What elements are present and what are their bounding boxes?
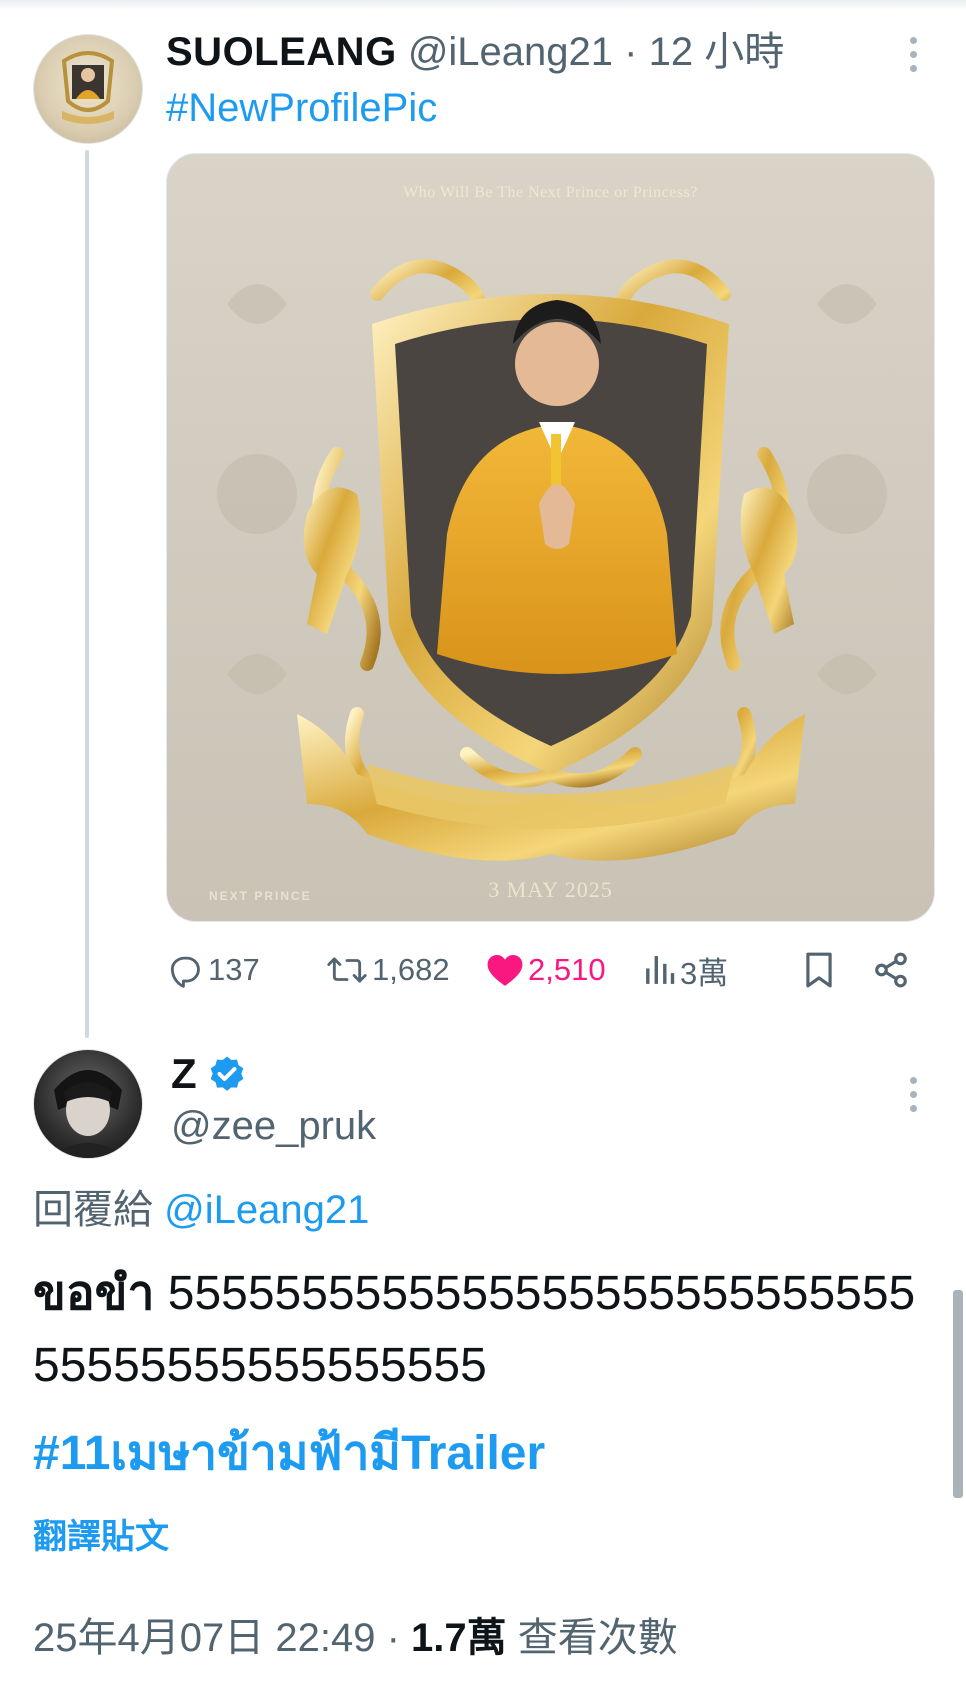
translate-post-link[interactable]: 翻譯貼文 [33,1512,169,1562]
reply-count: 137 [208,952,260,987]
more-options-button[interactable] [893,24,933,84]
reply-to-handle-link[interactable]: @iLeang21 [164,1188,369,1232]
views-count: 3萬 [680,955,729,991]
tweet-action-bar: 137 1,682 2,510 3萬 [166,945,933,995]
separator: · [624,30,638,74]
repost-button[interactable]: 1,682 [326,945,450,995]
reply-context: 回覆給 @iLeang21 [33,1182,369,1238]
tweet-hashtag-link[interactable]: #11เมษาข้ามฟ้ามีTrailer [33,1418,545,1490]
tweet-media-image[interactable]: Who Will Be The Next Prince or Princess?… [166,153,935,922]
like-button[interactable]: 2,510 [486,945,606,995]
bookmark-icon [806,952,832,988]
views-button[interactable]: 3萬 [644,945,728,995]
more-icon [909,1076,917,1084]
reply-icon [170,956,200,988]
like-count: 2,510 [528,952,606,987]
user-handle[interactable]: @zee_pruk [171,1098,376,1154]
tweet-text-thai: ขอขำ [33,1267,155,1320]
tweet2-header: Z [171,1046,247,1102]
media-caption-top: Who Will Be The Next Prince or Princess? [403,184,698,201]
like-icon [487,954,523,986]
tweet-text: ขอขำ 55555555555555555555555555555555555… [33,1258,938,1402]
tweet-date[interactable]: 25年4月07日 22:49 [33,1616,375,1660]
tweet-hashtag[interactable]: #NewProfilePic [166,80,437,136]
reply-prefix: 回覆給 [33,1188,153,1232]
thread-connector-line [85,150,89,1038]
tweet1-header: SUOLEANG @iLeang21 · 12 小時 [166,24,784,80]
top-edge-shadow [0,0,966,10]
views-label: 查看次數 [517,1616,678,1660]
tweet-time[interactable]: 12 小時 [649,30,785,74]
repost-count: 1,682 [372,952,450,987]
verified-icon [210,1056,243,1091]
bookmark-button[interactable] [802,945,836,995]
more-options-button[interactable] [893,1064,933,1124]
user-handle[interactable]: @iLeang21 [408,30,613,74]
tweet-text-numbers: 5555555555555555555555555555555555555555… [33,1267,916,1392]
separator: · [386,1616,400,1660]
share-icon [875,952,907,988]
media-caption-date: 3 MAY 2025 [488,877,613,902]
display-name[interactable]: SUOLEANG [166,30,397,74]
display-name[interactable]: Z [171,1046,197,1102]
more-icon [909,36,917,44]
reply-button[interactable]: 137 [166,945,260,995]
views-count: 1.7萬 [411,1616,507,1660]
scrollbar-thumb[interactable] [953,1290,963,1498]
avatar-zee-pruk[interactable] [33,1049,143,1159]
tweet-meta: 25年4月07日 22:49 · 1.7萬 查看次數 [33,1610,678,1666]
avatar-suoleang[interactable] [33,34,143,144]
repost-icon [327,957,367,983]
views-icon [646,956,675,984]
share-button[interactable] [872,945,910,995]
